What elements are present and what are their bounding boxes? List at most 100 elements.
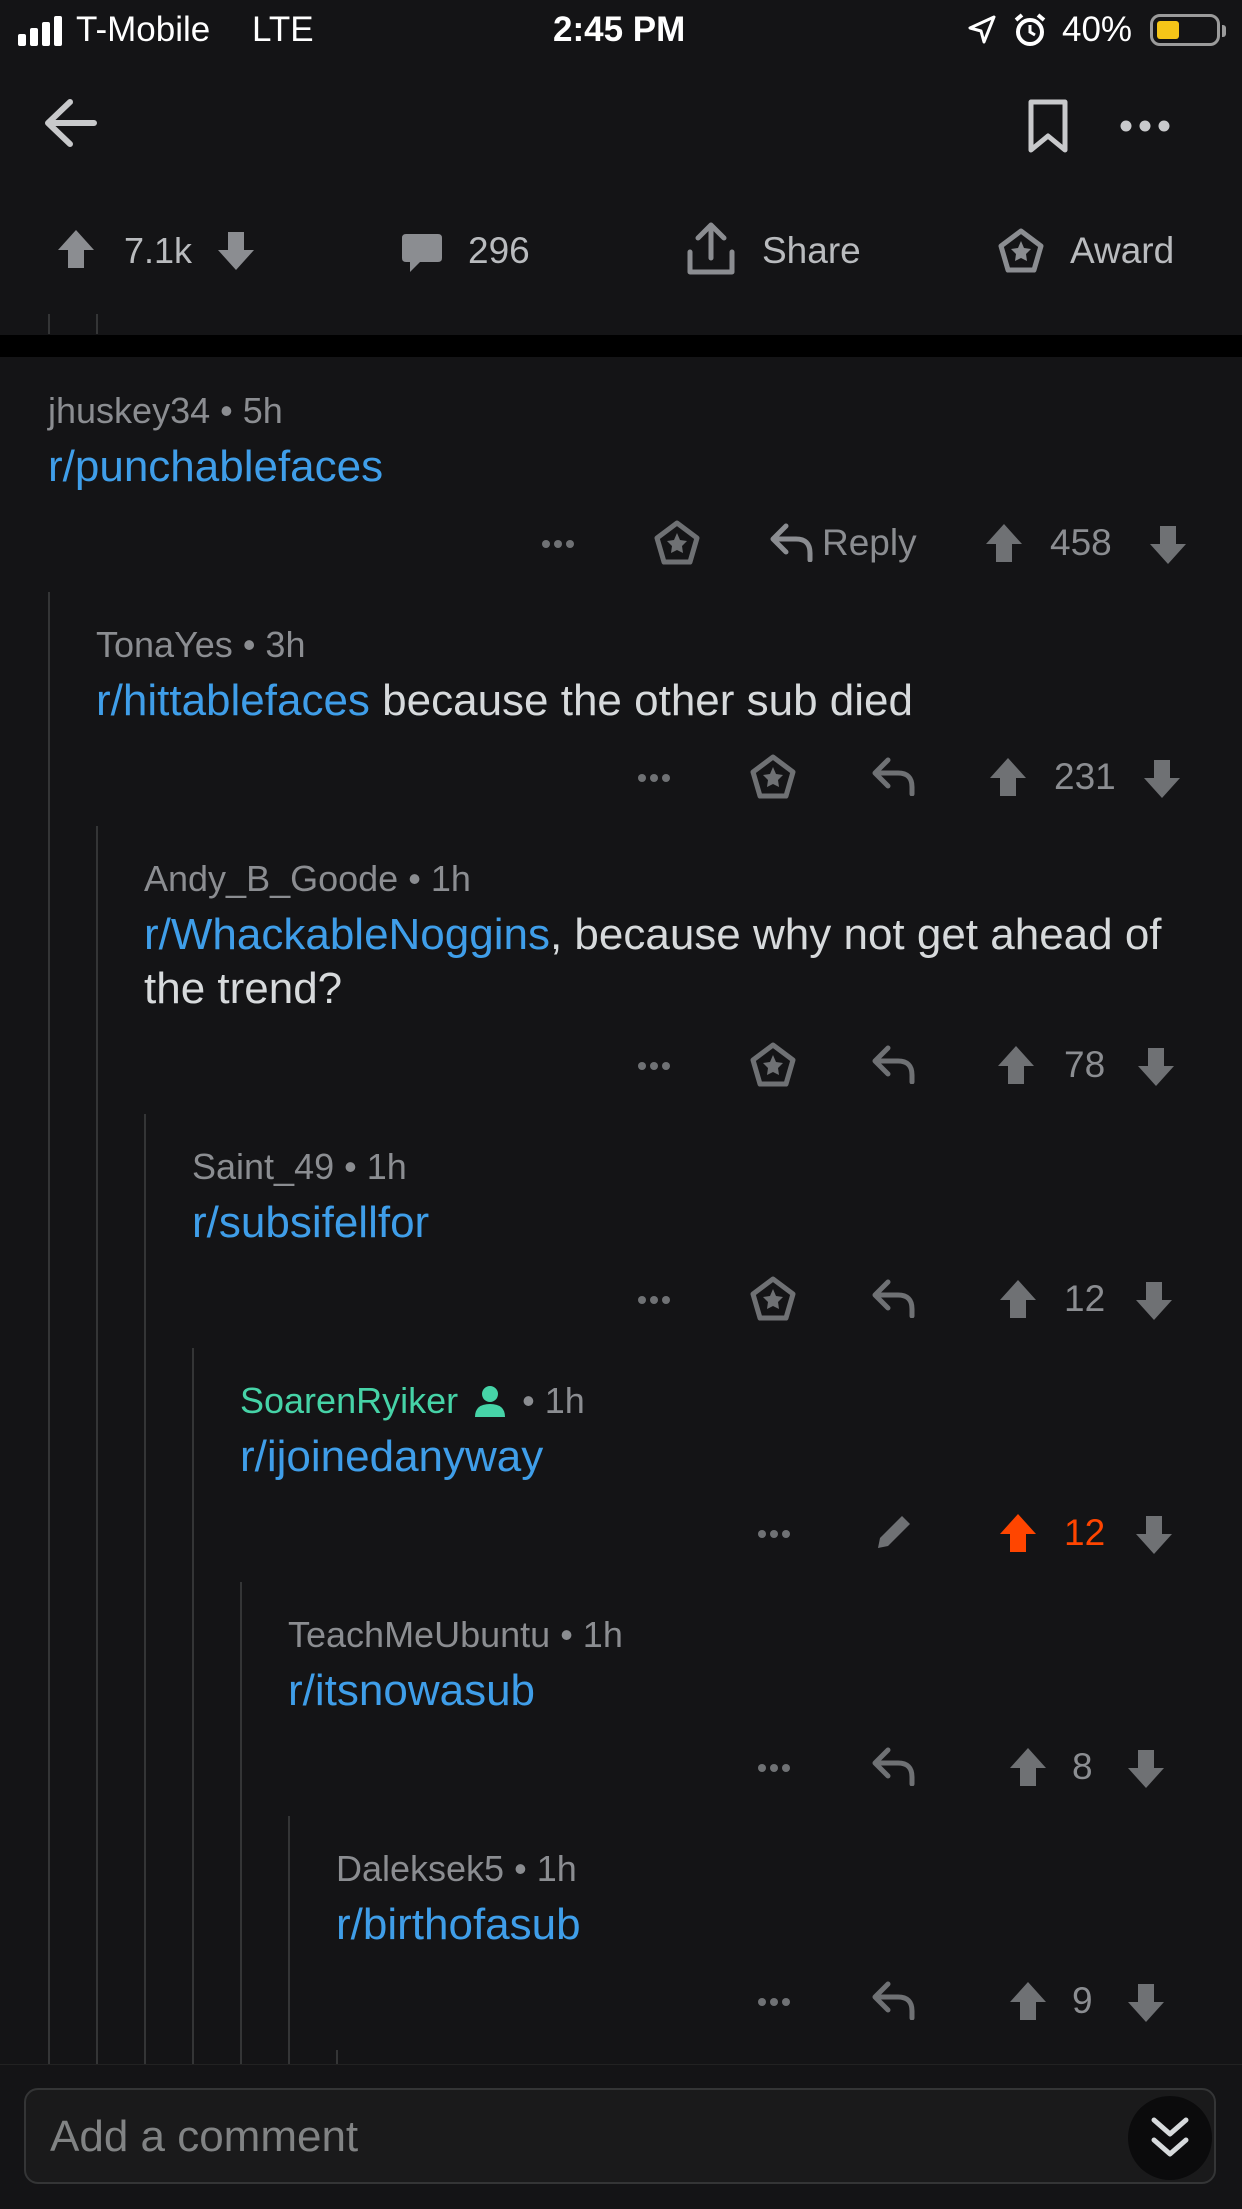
- alarm-icon: [1014, 13, 1046, 46]
- reply-icon[interactable]: [872, 756, 916, 796]
- comment-body: r/punchablefaces: [48, 440, 1208, 494]
- award-icon[interactable]: [750, 1042, 796, 1088]
- more-options-icon[interactable]: [1118, 118, 1172, 134]
- more-icon[interactable]: [756, 1996, 792, 2008]
- battery-icon: [1150, 14, 1226, 46]
- comment-age: • 1h: [344, 1146, 407, 1187]
- edit-pencil-icon[interactable]: [872, 1510, 916, 1554]
- reply-icon[interactable]: [872, 1746, 916, 1786]
- comment-body: r/birthofasub: [336, 1898, 1186, 1952]
- upvote-icon[interactable]: [1008, 1746, 1048, 1788]
- more-icon[interactable]: [636, 1060, 672, 1072]
- section-divider: [0, 335, 1242, 357]
- comment-score: 9: [1072, 1980, 1093, 2021]
- thread-line: [48, 314, 50, 334]
- downvote-icon[interactable]: [1148, 524, 1188, 566]
- downvote-icon[interactable]: [1126, 1982, 1166, 2024]
- comment-score: 78: [1064, 1044, 1106, 1085]
- thread-line: [96, 314, 98, 334]
- comment-meta: Saint_49 • 1h: [192, 1146, 407, 1188]
- reply-icon[interactable]: [872, 1044, 916, 1084]
- comment-author[interactable]: Andy_B_Goode: [144, 858, 398, 899]
- subreddit-link[interactable]: r/WhackableNoggins: [144, 910, 550, 959]
- downvote-icon[interactable]: [1142, 758, 1182, 800]
- comment-age: • 3h: [242, 624, 306, 665]
- comment-author[interactable]: TonaYes: [96, 624, 233, 665]
- comment-score: 231: [1054, 756, 1116, 797]
- upvote-icon[interactable]: [984, 522, 1024, 564]
- award-button[interactable]: Award: [1070, 230, 1174, 272]
- comment-author[interactable]: Daleksek5: [336, 1848, 504, 1889]
- reply-icon[interactable]: [872, 1980, 916, 2020]
- share-icon[interactable]: [686, 222, 736, 278]
- reply-button[interactable]: Reply: [822, 522, 917, 564]
- comment-score: 458: [1050, 522, 1112, 563]
- upvote-icon[interactable]: [1008, 1980, 1048, 2022]
- upvote-icon-active[interactable]: [998, 1512, 1038, 1554]
- comment-meta: Andy_B_Goode • 1h: [144, 858, 471, 900]
- status-bar: T-Mobile LTE 2:45 PM 40%: [0, 0, 1242, 62]
- comment-score: 12: [1064, 1512, 1106, 1553]
- more-icon[interactable]: [540, 538, 576, 550]
- comment-score: 12: [1064, 1278, 1106, 1319]
- comment-meta: jhuskey34 • 5h: [48, 390, 283, 432]
- comment-body: r/hittablefaces because the other sub di…: [96, 674, 1206, 728]
- subreddit-link[interactable]: r/subsifellfor: [192, 1198, 429, 1247]
- bookmark-icon[interactable]: [1026, 98, 1070, 154]
- back-arrow-icon[interactable]: [42, 98, 100, 148]
- subreddit-link[interactable]: r/birthofasub: [336, 1900, 581, 1949]
- thread-line: [240, 1582, 242, 2064]
- comment-age: • 5h: [220, 390, 283, 431]
- subreddit-link[interactable]: r/itsnowasub: [288, 1666, 535, 1715]
- comment-count[interactable]: 296: [468, 230, 530, 272]
- award-icon[interactable]: [750, 754, 796, 800]
- subreddit-link[interactable]: r/hittablefaces: [96, 676, 370, 725]
- double-chevron-down-icon: [1151, 2117, 1189, 2157]
- more-icon[interactable]: [756, 1762, 792, 1774]
- comment-author[interactable]: Saint_49: [192, 1146, 334, 1187]
- subreddit-link[interactable]: r/punchablefaces: [48, 442, 383, 491]
- comment-author[interactable]: jhuskey34: [48, 390, 210, 431]
- downvote-icon[interactable]: [1134, 1280, 1174, 1322]
- signal-icon: [18, 16, 62, 46]
- comment-input[interactable]: [48, 2104, 1052, 2170]
- comment-body: r/itsnowasub: [288, 1664, 1188, 1718]
- comment-body: r/WhackableNoggins, because why not get …: [144, 908, 1184, 1016]
- downvote-icon[interactable]: [1136, 1046, 1176, 1088]
- reply-icon[interactable]: [770, 522, 814, 562]
- award-icon[interactable]: [750, 1276, 796, 1322]
- downvote-icon[interactable]: [1126, 1748, 1166, 1790]
- comment-input-box[interactable]: [24, 2088, 1216, 2184]
- more-icon[interactable]: [636, 772, 672, 784]
- clock: 2:45 PM: [553, 10, 686, 49]
- comments-icon[interactable]: [400, 230, 444, 274]
- more-icon[interactable]: [636, 1294, 672, 1306]
- comment-meta: TeachMeUbuntu • 1h: [288, 1614, 623, 1656]
- award-icon[interactable]: [998, 228, 1044, 274]
- comment-meta: SoarenRyiker • 1h: [240, 1380, 585, 1422]
- upvote-icon[interactable]: [988, 756, 1028, 798]
- comment-meta: TonaYes • 3h: [96, 624, 305, 666]
- post-upvote-icon[interactable]: [56, 228, 96, 270]
- downvote-icon[interactable]: [1134, 1514, 1174, 1556]
- subreddit-link[interactable]: r/ijoinedanyway: [240, 1432, 543, 1481]
- carrier-label: T-Mobile: [76, 10, 211, 49]
- jump-to-next-button[interactable]: [1128, 2096, 1212, 2180]
- share-button[interactable]: Share: [762, 230, 861, 272]
- award-icon[interactable]: [654, 520, 700, 566]
- upvote-icon[interactable]: [996, 1044, 1036, 1086]
- comment-author-op[interactable]: SoarenRyiker: [240, 1380, 458, 1421]
- battery-percent: 40%: [1062, 10, 1133, 49]
- comment-age: • 1h: [408, 858, 471, 899]
- comment-age: • 1h: [514, 1848, 577, 1889]
- reply-icon[interactable]: [872, 1278, 916, 1318]
- upvote-icon[interactable]: [998, 1278, 1038, 1320]
- thread-line: [288, 1816, 290, 2064]
- thread-line: [96, 826, 98, 2064]
- comment-score: 8: [1072, 1746, 1093, 1787]
- thread-line: [192, 1348, 194, 2064]
- more-icon[interactable]: [756, 1528, 792, 1540]
- post-downvote-icon[interactable]: [216, 230, 256, 272]
- comment-author[interactable]: TeachMeUbuntu: [288, 1614, 550, 1655]
- top-nav: [0, 62, 1242, 250]
